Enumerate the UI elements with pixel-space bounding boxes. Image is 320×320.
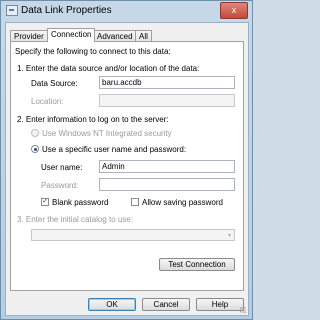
dialog-client: Provider Connection Advanced All Specify…: [5, 22, 249, 316]
help-button[interactable]: Help: [196, 298, 244, 311]
app-icon: [6, 5, 18, 16]
window-title: Data Link Properties: [21, 5, 112, 16]
location-input[interactable]: [99, 94, 235, 107]
location-label: Location:: [31, 97, 64, 106]
data-source-label: Data Source:: [31, 79, 78, 88]
test-connection-button[interactable]: Test Connection: [159, 258, 235, 271]
data-source-input[interactable]: baru.accdb: [99, 76, 235, 89]
intro-text: Specify the following to connect to this…: [15, 47, 171, 56]
connection-panel: Specify the following to connect to this…: [10, 41, 244, 291]
cancel-button[interactable]: Cancel: [142, 298, 190, 311]
tab-connection[interactable]: Connection: [47, 28, 96, 42]
password-label: Password:: [41, 181, 79, 190]
allow-saving-label: Allow saving password: [142, 198, 223, 207]
username-input[interactable]: Admin: [99, 160, 235, 173]
specific-user-radio[interactable]: [31, 145, 39, 153]
close-button[interactable]: x: [220, 2, 248, 19]
username-label: User name:: [41, 163, 83, 172]
dropdown-arrow-icon: ▾: [227, 233, 231, 239]
resize-grip[interactable]: [240, 307, 246, 313]
specific-user-label: Use a specific user name and password:: [42, 145, 187, 154]
step2-heading: 2. Enter information to log on to the se…: [17, 115, 169, 124]
allow-saving-checkbox[interactable]: [131, 198, 139, 206]
catalog-select[interactable]: ▾: [31, 229, 235, 241]
step1-heading: 1. Enter the data source and/or location…: [17, 64, 200, 73]
dialog-window: Data Link Properties x Provider Connecti…: [0, 0, 253, 320]
ok-button[interactable]: OK: [88, 298, 136, 311]
blank-password-label: Blank password: [52, 198, 109, 207]
password-input[interactable]: [99, 178, 235, 191]
nt-security-radio[interactable]: [31, 129, 39, 137]
nt-security-label: Use Windows NT Integrated security: [42, 129, 172, 138]
blank-password-checkbox[interactable]: ✓: [41, 198, 49, 206]
step3-heading: 3. Enter the initial catalog to use:: [17, 215, 134, 224]
